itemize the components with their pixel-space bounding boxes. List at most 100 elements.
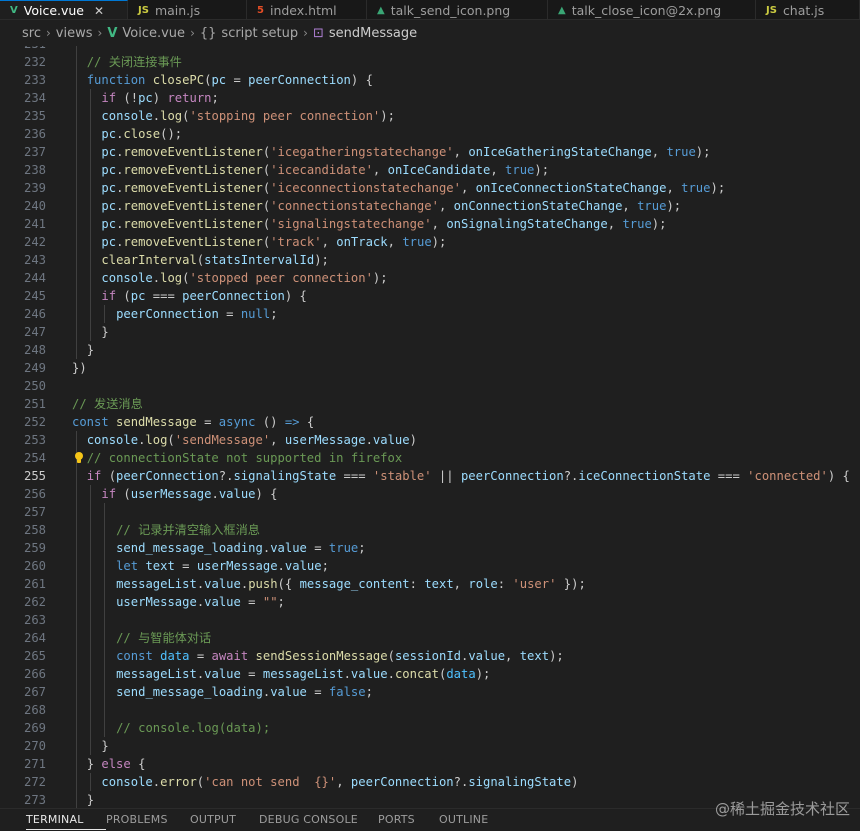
code-line[interactable]: 244 console.log('stopped peer connection'… — [0, 269, 860, 287]
tab-index-html[interactable]: 5 index.html — [247, 0, 367, 19]
code-line[interactable]: 235 console.log('stopping peer connection… — [0, 107, 860, 125]
code-line[interactable]: 245 if (pc === peerConnection) { — [0, 287, 860, 305]
indent-guide — [90, 593, 91, 611]
code-token: pc — [101, 163, 117, 177]
code-line[interactable]: 241 pc.removeEventListener('signalingstat… — [0, 215, 860, 233]
indent-guide — [76, 46, 77, 53]
breadcrumb-views[interactable]: views — [56, 26, 93, 41]
code-line[interactable]: 232 // 关闭连接事件 — [0, 53, 860, 71]
code-token: sendMessage — [116, 415, 197, 429]
breadcrumb-file[interactable]: Voice.vue — [122, 26, 185, 41]
code-line[interactable]: 248} — [0, 341, 860, 359]
tab-talk-close-icon[interactable]: ▲ talk_close_icon@2x.png — [548, 0, 756, 19]
code-line[interactable]: 253 console. log('sendMessage', userMessag… — [0, 431, 860, 449]
code-line[interactable]: 246 peerConnection = null; — [0, 305, 860, 323]
tab-output[interactable]: OUTPUT — [190, 809, 259, 829]
code-token: = — [196, 415, 219, 429]
code-token: value — [204, 577, 241, 591]
indent-guide — [90, 323, 91, 341]
code-line[interactable]: 261 messageList.value.push({ message_cont… — [0, 575, 860, 593]
lightbulb-icon[interactable] — [74, 451, 84, 465]
code-line[interactable]: 271} else { — [0, 755, 860, 773]
indent-guide — [104, 629, 105, 647]
code-line[interactable]: 267 send_message_loading.value = false; — [0, 683, 860, 701]
code-line[interactable]: 272 console.error('can not send {}', peer… — [0, 773, 860, 791]
code-token: (! — [123, 91, 139, 105]
code-line[interactable]: 269 // console.log(data); — [0, 719, 860, 737]
breadcrumb-send-message[interactable]: sendMessage — [329, 26, 417, 41]
code-token: push — [248, 577, 278, 591]
code-line[interactable]: 264 // 与智能体对话 — [0, 629, 860, 647]
tab-debug-console[interactable]: DEBUG CONSOLE — [259, 809, 378, 829]
code-token: if — [101, 289, 124, 303]
code-text: // 与智能体对话 — [116, 629, 211, 647]
indent-guide — [90, 143, 91, 161]
code-line[interactable]: 233 function closePC(pc = peerConnection)… — [0, 71, 860, 89]
code-line[interactable]: 260 let text = userMessage.value; — [0, 557, 860, 575]
code-token: ); — [710, 181, 726, 195]
code-line[interactable]: 255 if (peerConnection?.signalingState ==… — [0, 467, 860, 485]
code-editor[interactable]: 231 232 // 关闭连接事件 233 function closePC(pc = … — [0, 46, 860, 808]
code-line[interactable]: 239 pc.removeEventListener('iceconnection… — [0, 179, 860, 197]
code-token: true — [402, 235, 432, 249]
code-token: , — [453, 577, 469, 591]
code-line[interactable]: 247} — [0, 323, 860, 341]
code-line[interactable]: 266 messageList.value = messageList.value… — [0, 665, 860, 683]
code-line[interactable]: 265 const data = await sendSessionMessage… — [0, 647, 860, 665]
tab-voice-vue[interactable]: V Voice.vue ✕ — [0, 0, 128, 19]
code-token: userMessage — [116, 595, 197, 609]
breadcrumb-script-setup[interactable]: script setup — [221, 26, 298, 41]
code-token: console — [101, 271, 153, 285]
code-token: value — [204, 667, 241, 681]
code-line[interactable]: 252 const sendMessage = async () => { — [0, 413, 860, 431]
code-token: removeEventListener — [123, 181, 263, 195]
indent-guide — [90, 233, 91, 251]
chevron-right-icon: › — [303, 26, 308, 40]
tab-main-js[interactable]: JS main.js — [128, 0, 247, 19]
code-line[interactable]: 250 — [0, 377, 860, 395]
code-token: function — [86, 73, 153, 87]
code-token: }); — [556, 577, 586, 591]
tab-outline[interactable]: OUTLINE — [439, 809, 509, 829]
code-line[interactable]: 242 pc.removeEventListener('track', onTra… — [0, 233, 860, 251]
code-line[interactable]: 263 — [0, 611, 860, 629]
code-token: ?. — [218, 469, 234, 483]
code-line[interactable]: 257 — [0, 503, 860, 521]
code-token: , — [666, 181, 682, 195]
code-line[interactable]: 270} — [0, 737, 860, 755]
tab-chat-js[interactable]: JS chat.js — [756, 0, 860, 19]
code-token: . — [343, 667, 351, 681]
tab-talk-send-icon[interactable]: ▲ talk_send_icon.png — [367, 0, 548, 19]
line-number: 257 — [23, 505, 46, 519]
indent-guide — [76, 737, 77, 755]
code-line[interactable]: 254 // connectionState not supported in f… — [0, 449, 860, 467]
code-token: removeEventListener — [123, 163, 263, 177]
code-line[interactable]: 234 if (!pc) return; — [0, 89, 860, 107]
code-token: } — [101, 739, 109, 753]
breadcrumb-src[interactable]: src — [22, 26, 41, 41]
code-line[interactable]: 231 — [0, 46, 860, 53]
code-line[interactable]: 238 pc.removeEventListener('icecandidate'… — [0, 161, 860, 179]
tab-terminal[interactable]: TERMINAL — [26, 809, 106, 830]
code-token: log — [160, 109, 183, 123]
code-line[interactable]: 256 if (userMessage.value) { — [0, 485, 860, 503]
code-line[interactable]: 262 userMessage.value = ""; — [0, 593, 860, 611]
code-line[interactable]: 237 pc.removeEventListener('icegatherings… — [0, 143, 860, 161]
code-token: { — [299, 415, 315, 429]
code-line[interactable]: 236 pc.close(); — [0, 125, 860, 143]
tab-ports[interactable]: PORTS — [378, 809, 439, 829]
code-line[interactable]: 258 // 记录并清空输入框消息 — [0, 521, 860, 539]
code-token: async — [218, 415, 263, 429]
code-line[interactable]: 240 pc.removeEventListener('connectionsta… — [0, 197, 860, 215]
code-token: text — [424, 577, 454, 591]
code-line[interactable]: 251 // 发送消息 — [0, 395, 860, 413]
tab-problems[interactable]: PROBLEMS — [106, 809, 190, 829]
code-token: pc — [130, 289, 146, 303]
code-token: console — [101, 775, 153, 789]
code-line[interactable]: 243 clearInterval(statsIntervalId); — [0, 251, 860, 269]
code-line[interactable]: 249}) — [0, 359, 860, 377]
code-token: userMessage — [130, 487, 212, 501]
close-icon[interactable]: ✕ — [94, 4, 104, 18]
code-line[interactable]: 268 — [0, 701, 860, 719]
code-line[interactable]: 259 send_message_loading.value = true; — [0, 539, 860, 557]
